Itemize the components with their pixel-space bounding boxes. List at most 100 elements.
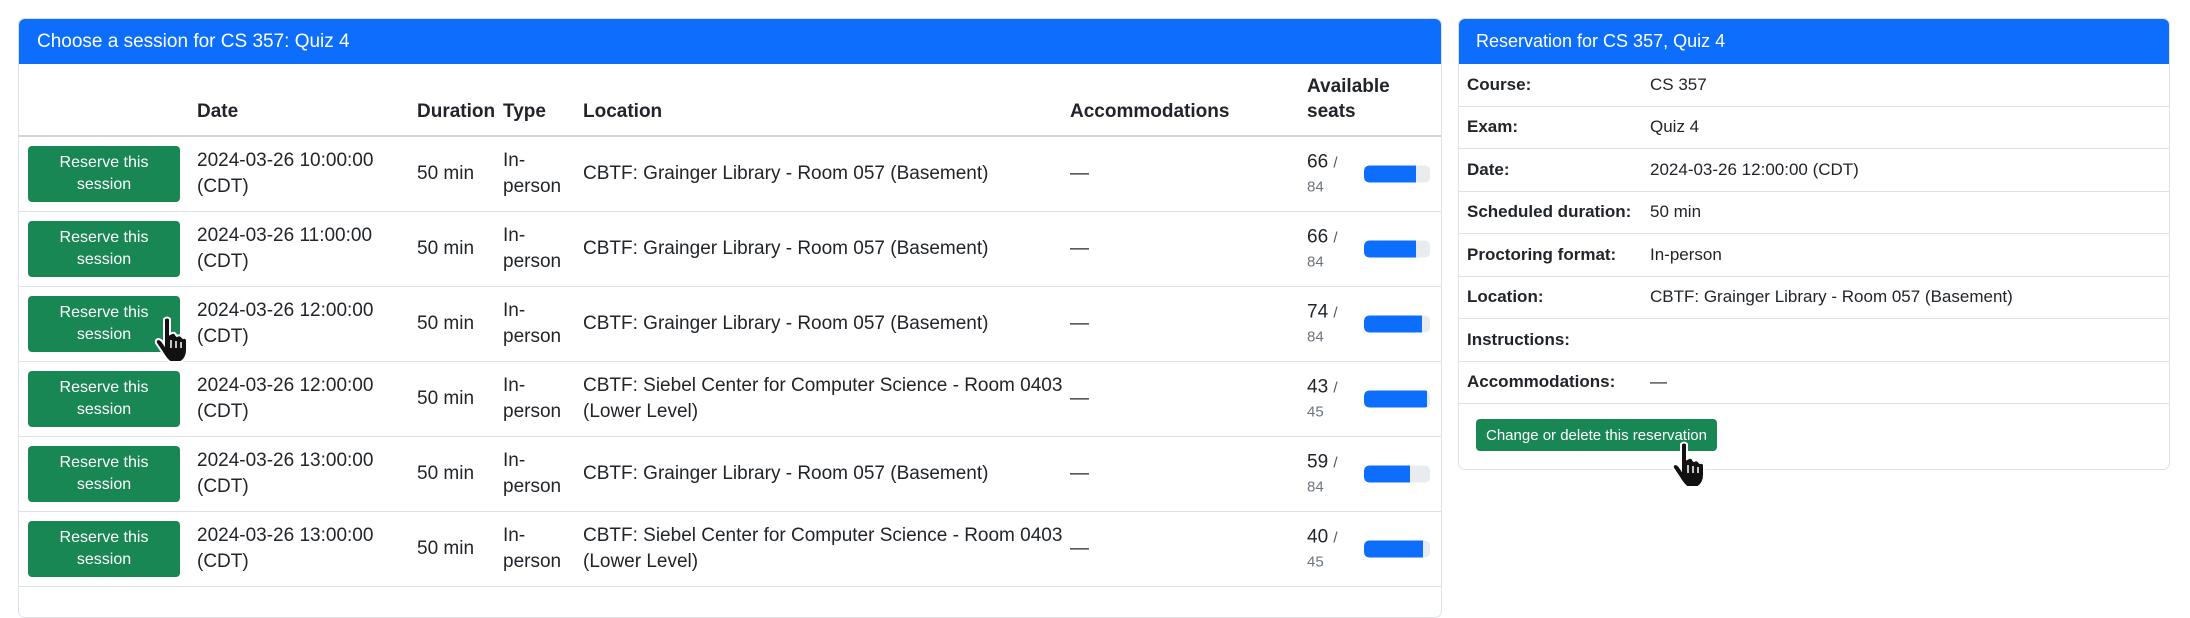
session-accommodations: — [1070,238,1089,259]
session-type-line1: In- [503,525,526,546]
reservation-field-row: Location: CBTF: Grainger Library - Room 0… [1459,277,2169,319]
session-accommodations: — [1070,538,1089,559]
session-date-value: 2024-03-26 13:00:00 [197,450,374,471]
seats-separator: / [1333,454,1338,472]
session-row: Reserve this session 2024-03-26 11:00:00 (… [19,212,1441,287]
available-seats: 40 / 45 [1307,525,1347,574]
seats-total: 84 [1307,478,1324,496]
reservation-field-row: Accommodations: — [1459,362,2169,404]
session-location-line1: CBTF: Grainger Library - Room 057 (Basem… [583,313,989,334]
session-row: Reserve this session 2024-03-26 12:00:00 (… [19,362,1441,437]
seats-progress-fill [1364,390,1428,408]
reservation-field-row: Course: CS 357 [1459,64,2169,107]
session-type-line2: person [503,401,562,422]
sessions-card-title: Choose a session for CS 357: Quiz 4 [37,30,350,52]
session-location-line1: CBTF: Siebel Center for Computer Science… [583,525,1063,546]
session-date: 2024-03-26 11:00:00 (CDT) [197,223,372,275]
reservation-field-label: Instructions: [1467,329,1570,349]
session-location: CBTF: Siebel Center for Computer Science… [583,373,1063,425]
session-location: CBTF: Grainger Library - Room 057 (Basem… [583,161,1063,187]
session-timezone: (CDT) [197,326,249,347]
sessions-table-body: Reserve this session 2024-03-26 10:00:00 (… [19,137,1441,587]
seats-progress-fill [1364,240,1416,258]
header-location: Location [583,101,663,122]
header-available-seats: Available seats [1307,74,1390,124]
reserve-session-button[interactable]: Reserve this session [28,446,180,502]
header-seats-line2: seats [1307,101,1356,122]
reservation-field-label: Scheduled duration: [1467,202,1632,222]
sessions-table-header: Date Duration Type Location Accommodatio… [19,64,1441,137]
session-type: In-person [503,373,561,425]
reserve-session-button[interactable]: Reserve this session [28,221,180,277]
session-date: 2024-03-26 12:00:00 (CDT) [197,298,373,350]
session-row: Reserve this session 2024-03-26 12:00:00(… [19,287,1441,362]
seats-progress-fill [1364,465,1411,483]
session-date: 2024-03-26 13:00:00 (CDT) [197,448,373,500]
reservation-field-value: In-person [1650,244,1722,264]
session-accommodations: — [1070,463,1089,484]
reservation-field-label: Accommodations: [1467,372,1616,392]
session-type-line1: In- [503,225,526,246]
seats-progress-bar [1364,540,1430,558]
session-date: 2024-03-26 12:00:00 (CDT) [197,373,373,425]
reserve-session-button[interactable]: Reserve this session [28,521,180,577]
reservation-field-label: Exam: [1467,117,1519,137]
session-duration: 50 min [417,238,475,259]
reservation-field-row: Proctoring format: In-person [1459,234,2169,277]
seats-progress-fill [1364,315,1423,333]
header-seats-line1: Available [1307,76,1390,97]
seats-available: 66 [1307,226,1329,248]
seats-total: 84 [1307,178,1324,196]
session-type: In-person [503,448,561,500]
session-type: In-person [503,148,561,200]
session-date-value: 2024-03-26 12:00:00 [197,300,374,321]
seats-separator: / [1333,529,1338,547]
session-location: CBTF: Grainger Library - Room 057 (Basem… [583,311,1063,337]
session-row: Reserve this session 2024-03-26 13:00:00 (… [19,437,1441,512]
reservation-field-value: — [1650,372,1667,392]
session-timezone: (CDT) [197,401,249,422]
seats-progress-fill [1364,165,1416,183]
session-type: In-person [503,298,561,350]
session-accommodations: — [1070,163,1089,184]
reserve-session-button[interactable]: Reserve this session [28,146,180,202]
reservation-field-value: 50 min [1650,202,1702,222]
session-date-value: 2024-03-26 13:00:00 [197,525,374,546]
session-location-line2: (Lower Level) [583,551,699,572]
seats-separator: / [1333,379,1338,397]
hand-pointer-icon [1671,441,1705,488]
session-timezone: (CDT) [197,176,249,197]
session-type-line2: person [503,176,562,197]
seats-total: 45 [1307,403,1324,421]
seats-progress-bar [1364,315,1430,333]
seats-separator: / [1333,154,1338,172]
session-type-line1: In- [503,150,526,171]
seats-available: 74 [1307,301,1329,323]
available-seats: 74 / 84 [1307,300,1347,349]
seats-total: 45 [1307,553,1324,571]
reservation-card-title: Reservation for CS 357, Quiz 4 [1476,31,1726,51]
seats-progress-bar [1364,240,1430,258]
session-type-line1: In- [503,375,526,396]
reservation-card: Reservation for CS 357, Quiz 4 Course: CS… [1458,18,2170,470]
session-date-value: 2024-03-26 10:00:00 [197,150,374,171]
session-location: CBTF: Grainger Library - Room 057 (Basem… [583,461,1063,487]
available-seats: 59 / 84 [1307,450,1347,499]
hand-pointer-icon [154,316,188,363]
reserve-session-button[interactable]: Reserve this session [28,371,180,427]
session-timezone: (CDT) [197,251,249,272]
reservation-field-value: CBTF: Grainger Library - Room 057 (Basem… [1650,287,2013,307]
session-location: CBTF: Siebel Center for Computer Science… [583,523,1063,575]
session-date-value: 2024-03-26 12:00:00 [197,375,374,396]
reservation-field-value: 2024-03-26 12:00:00 (CDT) [1650,159,1859,179]
session-date: 2024-03-26 10:00:00 (CDT) [197,148,373,200]
reservation-field-label: Proctoring format: [1467,244,1617,264]
session-location-line1: CBTF: Grainger Library - Room 057 (Basem… [583,238,989,259]
session-type-line2: person [503,326,562,347]
session-type-line2: person [503,251,562,272]
session-location-line1: CBTF: Grainger Library - Room 057 (Basem… [583,463,989,484]
seats-total: 84 [1307,328,1324,346]
session-date: 2024-03-26 13:00:00 (CDT) [197,523,373,575]
session-location-line1: CBTF: Grainger Library - Room 057 (Basem… [583,163,989,184]
reservation-details: Course: CS 357 Exam: Quiz 4 Date: 2024-03-26 … [1459,64,2169,404]
